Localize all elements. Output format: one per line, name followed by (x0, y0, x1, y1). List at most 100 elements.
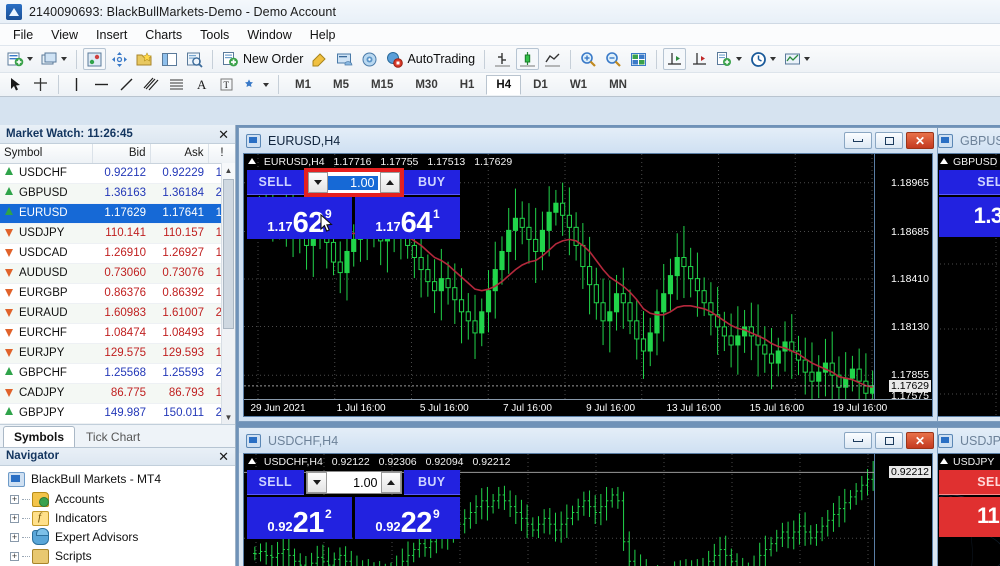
close-button[interactable]: ✕ (906, 132, 934, 149)
chevron-down-icon[interactable] (307, 172, 328, 193)
expand-icon[interactable]: + (10, 551, 19, 561)
close-icon[interactable]: ✕ (216, 450, 231, 463)
chart-shift-icon[interactable] (663, 48, 687, 70)
vertical-line-icon[interactable] (65, 74, 88, 96)
restore-button[interactable] (875, 432, 903, 449)
metaeditor-icon[interactable] (308, 48, 331, 70)
menu-help[interactable]: Help (301, 26, 345, 44)
table-row[interactable]: AUDUSD0.730600.7307616 (0, 263, 235, 284)
chart-canvas-eurusd[interactable]: EURUSD,H4 1.17716 1.17755 1.17513 1.1762… (243, 153, 933, 417)
table-row[interactable]: CADJPY86.77586.79318 (0, 383, 235, 404)
table-row[interactable]: USDCHF0.922120.9222917 (0, 163, 235, 184)
table-row[interactable]: EURAUD1.609831.6100724 (0, 303, 235, 324)
menu-tools[interactable]: Tools (191, 26, 238, 44)
auto-scroll-icon[interactable] (688, 48, 711, 70)
navigator-item-expert-advisors[interactable]: + Expert Advisors (4, 527, 235, 547)
table-row[interactable]: GBPJPY149.987150.01124 (0, 403, 235, 424)
text-label-icon[interactable]: T (215, 74, 238, 96)
chart-title-bar-usdjpy[interactable]: USDJPY (931, 428, 1000, 453)
one-click-trading-eurusd[interactable]: SELL 1.00 BUY 1.17 62 9 1.17 64 1 (247, 168, 460, 239)
column-header-symbol[interactable]: Symbol (0, 144, 93, 164)
buy-button[interactable]: BUY (403, 470, 460, 495)
indicator-list-icon[interactable] (713, 48, 745, 70)
buy-button[interactable]: BUY (403, 170, 460, 195)
market-watch-scrollbar[interactable]: ▲ ▼ (221, 163, 235, 424)
sell-button[interactable]: SELL (247, 470, 304, 495)
chart-canvas-usdjpy[interactable]: USDJPY SELL 110 (935, 453, 1000, 566)
minimize-button[interactable] (844, 132, 872, 149)
chart-window-usdchf[interactable]: USDCHF,H4 ✕ USDCHF,H4 0.92122 0.92306 0.… (238, 427, 938, 566)
lot-size-input[interactable]: 1.00 (305, 471, 402, 494)
chart-window-gbpusd[interactable]: GBPUSD GBPUSD SELL 1.36 (930, 127, 1000, 422)
timeframe-m15[interactable]: M15 (361, 75, 403, 95)
sell-price[interactable]: 110 (939, 497, 1000, 537)
timeframe-m30[interactable]: M30 (405, 75, 447, 95)
trendline-icon[interactable] (115, 74, 138, 96)
menu-window[interactable]: Window (238, 26, 300, 44)
chart-title-bar-gbpusd[interactable]: GBPUSD (931, 128, 1000, 153)
sell-price-box[interactable]: 0.92 21 2 (247, 497, 352, 539)
scrollbar-thumb[interactable] (223, 179, 234, 329)
table-row[interactable]: EURUSD1.176291.1764112 (0, 203, 235, 224)
fibonacci-icon[interactable] (165, 74, 188, 96)
scroll-down-icon[interactable]: ▼ (222, 413, 235, 422)
timeframe-h4[interactable]: H4 (486, 74, 522, 95)
terminal-icon[interactable] (333, 48, 356, 70)
table-row[interactable]: GBPUSD1.361631.3618421 (0, 183, 235, 204)
period-icon[interactable] (747, 48, 779, 70)
menu-view[interactable]: View (42, 26, 87, 44)
chevron-up-icon[interactable] (379, 172, 400, 193)
table-row[interactable]: GBPCHF1.255681.2559325 (0, 363, 235, 384)
shapes-icon[interactable] (240, 74, 272, 96)
scroll-up-icon[interactable]: ▲ (222, 163, 235, 177)
chevron-up-icon[interactable] (380, 472, 401, 493)
close-button[interactable]: ✕ (906, 432, 934, 449)
navigator-item-indicators[interactable]: + Indicators (4, 509, 235, 528)
navigator-item-accounts[interactable]: + Accounts (4, 490, 235, 509)
zoom-out-icon[interactable] (602, 48, 625, 70)
lot-size-input[interactable]: 1.00 (303, 168, 404, 197)
chart-title-bar-usdchf[interactable]: USDCHF,H4 ✕ (239, 428, 937, 453)
chart-window-eurusd[interactable]: EURUSD,H4 ✕ EURUSD,H4 1.17716 1.17755 1.… (238, 127, 938, 422)
column-header-bid[interactable]: Bid (92, 144, 151, 164)
chart-title-bar-eurusd[interactable]: EURUSD,H4 ✕ (239, 128, 937, 153)
table-row[interactable]: EURGBP0.863760.8639216 (0, 283, 235, 304)
timeframe-w1[interactable]: W1 (560, 75, 597, 95)
new-chart-icon[interactable] (4, 48, 36, 70)
tile-windows-icon[interactable] (627, 48, 650, 70)
chevron-down-icon[interactable] (306, 472, 327, 493)
sell-price[interactable]: 1.36 (939, 197, 1000, 237)
timeframe-h1[interactable]: H1 (450, 75, 485, 95)
price-axis-usdchf[interactable]: 0.922120.913350.90420 (874, 454, 932, 566)
close-icon[interactable]: ✕ (216, 128, 231, 141)
table-row[interactable]: EURJPY129.575129.59318 (0, 343, 235, 364)
bar-chart-icon[interactable] (491, 48, 514, 70)
indicators-icon[interactable] (83, 48, 106, 70)
minimize-button[interactable] (844, 432, 872, 449)
expand-icon[interactable]: + (10, 513, 19, 523)
one-click-trading-usdjpy[interactable]: SELL 110 (939, 470, 1000, 537)
one-click-trading-usdchf[interactable]: SELL 1.00 BUY 0.92 21 2 0.92 22 9 (247, 470, 460, 539)
data-window-icon[interactable] (158, 48, 181, 70)
timeframe-m1[interactable]: M1 (285, 75, 321, 95)
time-axis-eurusd[interactable]: 29 Jun 2021 1 Jul 16:00 5 Jul 16:00 7 Jul 1… (244, 399, 932, 416)
tab-tick-chart[interactable]: Tick Chart (75, 426, 151, 447)
autotrading-button[interactable]: AutoTrading (383, 48, 478, 70)
profiles-icon[interactable] (38, 48, 70, 70)
timeframe-m5[interactable]: M5 (323, 75, 359, 95)
chart-canvas-gbpusd[interactable]: GBPUSD SELL 1.36 (935, 153, 1000, 417)
equidistant-channel-icon[interactable] (140, 74, 163, 96)
navigator-item-scripts[interactable]: + Scripts (4, 547, 235, 566)
text-icon[interactable]: A (190, 74, 213, 96)
one-click-trading-gbpusd[interactable]: SELL 1.36 (939, 170, 1000, 237)
restore-button[interactable] (875, 132, 903, 149)
buy-price-box[interactable]: 1.17 64 1 (355, 197, 460, 239)
market-icon[interactable] (358, 48, 381, 70)
cursor-icon[interactable] (4, 74, 27, 96)
horizontal-line-icon[interactable] (90, 74, 113, 96)
buy-price-box[interactable]: 0.92 22 9 (355, 497, 460, 539)
chart-canvas-usdchf[interactable]: USDCHF,H4 0.92122 0.92306 0.92094 0.9221… (243, 453, 933, 566)
tab-symbols[interactable]: Symbols (3, 425, 76, 447)
navigator-icon[interactable] (183, 48, 206, 70)
sell-button[interactable]: SELL (939, 170, 1000, 195)
